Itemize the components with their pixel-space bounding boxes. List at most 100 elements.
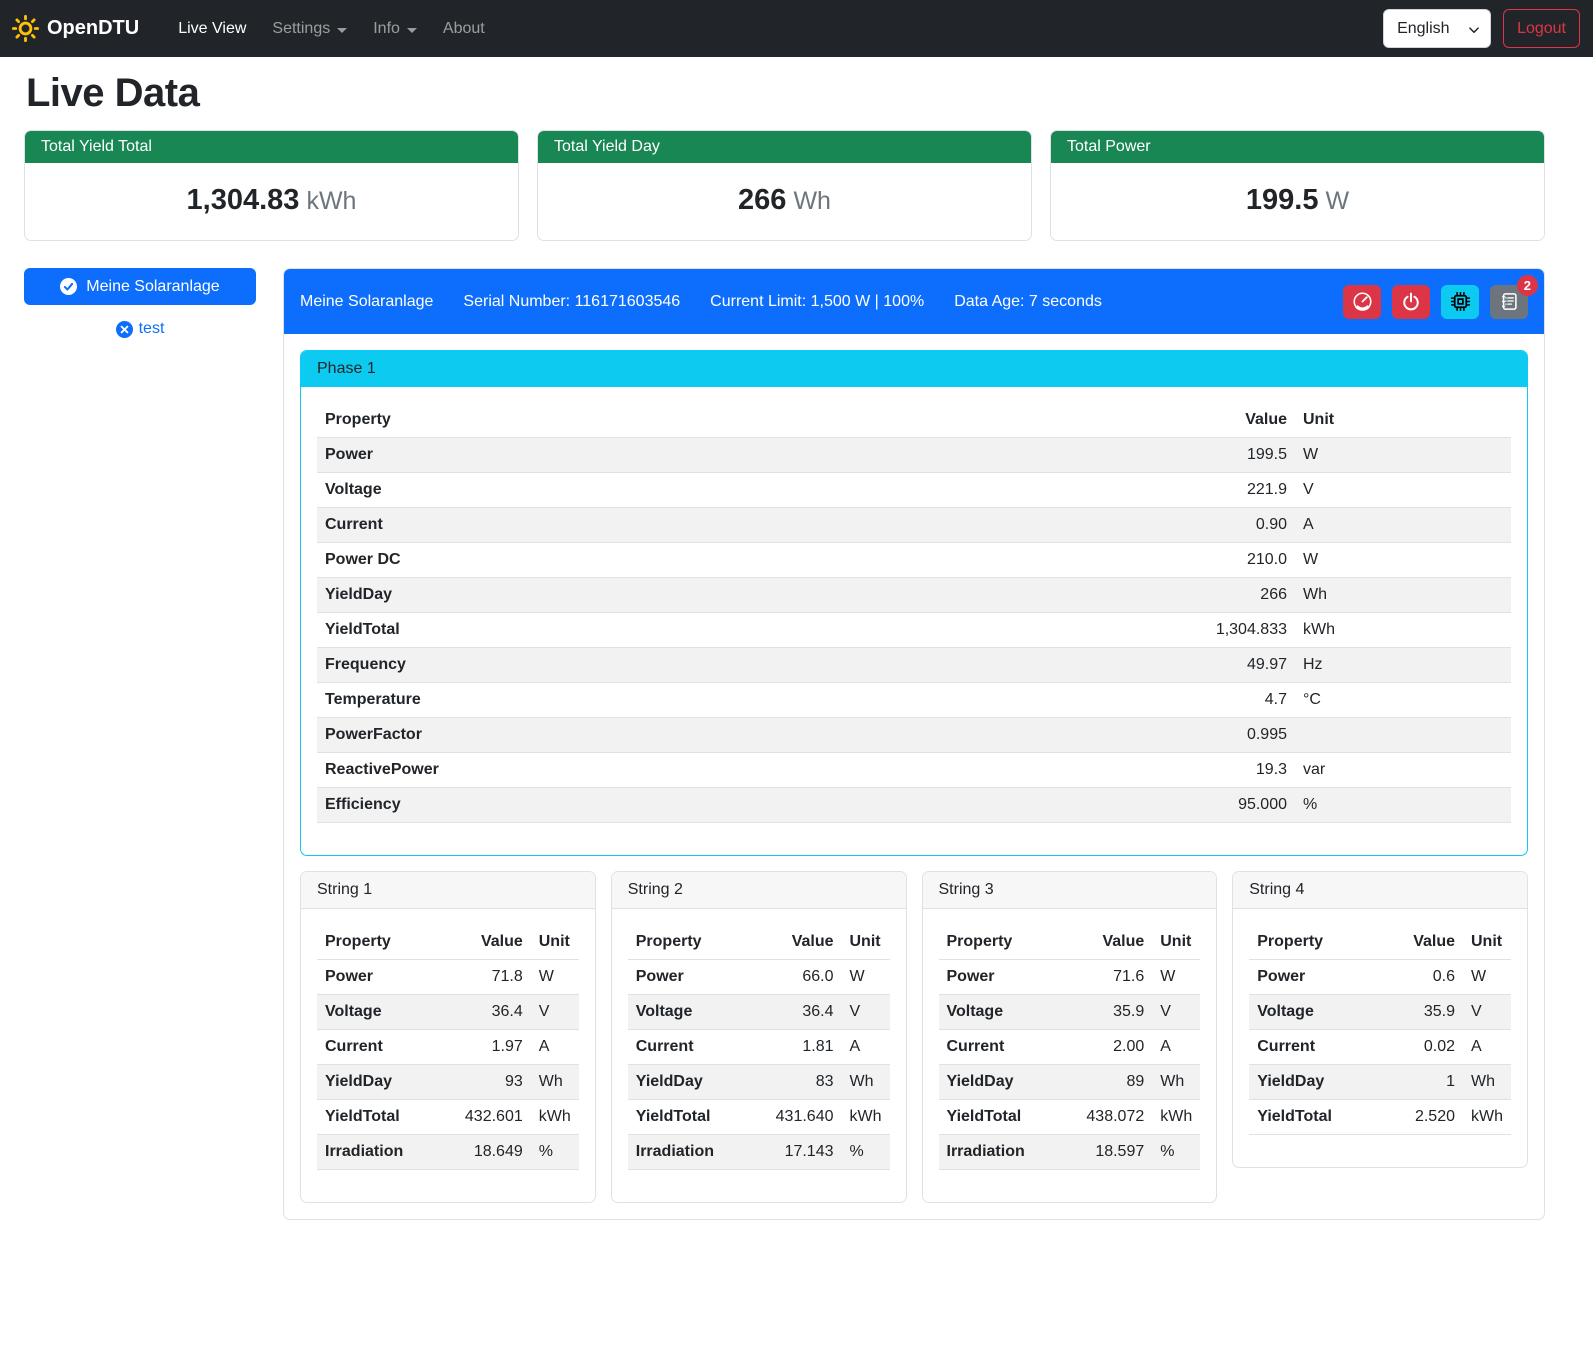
nav-item-settings[interactable]: Settings [259, 12, 360, 46]
unit-cell: kWh [1463, 1100, 1511, 1135]
brand-link[interactable]: OpenDTU [12, 15, 139, 42]
column-value: Value [443, 925, 531, 960]
value-cell: 35.9 [1375, 995, 1463, 1030]
total-yield-total-unit: kWh [306, 187, 356, 215]
column-unit: Unit [842, 925, 890, 960]
unit-cell: V [531, 995, 579, 1030]
unit-cell: W [1463, 960, 1511, 995]
event-log-button[interactable]: 2 [1490, 285, 1528, 319]
string-4-header: String 4 [1233, 872, 1527, 909]
unit-cell: W [1295, 543, 1511, 578]
unit-cell: Wh [1463, 1065, 1511, 1100]
unit-cell: % [1152, 1135, 1200, 1170]
value-cell: 36.4 [443, 995, 531, 1030]
unit-cell: °C [1295, 683, 1511, 718]
table-row: Irradiation18.649% [317, 1135, 579, 1170]
property-cell: Voltage [628, 995, 754, 1030]
property-cell: YieldDay [939, 1065, 1065, 1100]
unit-cell [1295, 718, 1511, 753]
nav-item-info-label: Info [373, 20, 400, 38]
table-row: Irradiation18.597% [939, 1135, 1201, 1170]
chevron-down-icon [407, 28, 417, 33]
table-row: Irradiation17.143% [628, 1135, 890, 1170]
table-row: Efficiency95.000% [317, 788, 1511, 823]
unit-cell: Wh [1152, 1065, 1200, 1100]
limit-settings-button[interactable] [1343, 285, 1381, 319]
navbar: OpenDTU Live View Settings Info About En… [0, 0, 1593, 57]
string-1-table: Property Value Unit Power71.8WVoltage36.… [317, 925, 579, 1170]
unit-cell: % [531, 1135, 579, 1170]
value-cell: 71.8 [443, 960, 531, 995]
cpu-icon [1450, 291, 1471, 312]
value-cell: 17.143 [754, 1135, 842, 1170]
table-row: YieldTotal1,304.833kWh [317, 613, 1511, 648]
unit-cell: A [1295, 508, 1511, 543]
logout-button[interactable]: Logout [1503, 9, 1580, 48]
property-cell: PowerFactor [317, 718, 1175, 753]
card-total-power: Total Power 199.5W [1050, 130, 1545, 241]
card-header: Total Power [1051, 131, 1544, 163]
column-property: Property [1249, 925, 1375, 960]
sun-icon [12, 15, 39, 42]
value-cell: 4.7 [1175, 683, 1295, 718]
inverter-list: Meine Solaranlage test [24, 268, 256, 338]
value-cell: 210.0 [1175, 543, 1295, 578]
inverter-card-header: Meine Solaranlage Serial Number: 1161716… [284, 269, 1544, 334]
total-yield-total-value: 1,304.83 [187, 184, 300, 216]
unit-cell: kWh [1295, 613, 1511, 648]
string-2-header: String 2 [612, 872, 906, 909]
power-button[interactable] [1392, 285, 1430, 319]
device-info-button[interactable] [1441, 285, 1479, 319]
value-cell: 2.00 [1064, 1030, 1152, 1065]
inverter-data-age: Data Age: 7 seconds [954, 293, 1102, 311]
unit-cell: % [1295, 788, 1511, 823]
unit-cell: % [842, 1135, 890, 1170]
table-row: Power199.5W [317, 438, 1511, 473]
table-row: Current1.81A [628, 1030, 890, 1065]
property-cell: Power [628, 960, 754, 995]
string-1-header: String 1 [301, 872, 595, 909]
value-cell: 89 [1064, 1065, 1152, 1100]
inverter-select-button[interactable]: Meine Solaranlage [24, 268, 256, 305]
unit-cell: W [1152, 960, 1200, 995]
unit-cell: Wh [1295, 578, 1511, 613]
inverter-item-test-label: test [139, 320, 165, 338]
property-cell: YieldTotal [939, 1100, 1065, 1135]
table-row: PowerFactor0.995 [317, 718, 1511, 753]
table-row: Voltage221.9V [317, 473, 1511, 508]
column-property: Property [628, 925, 754, 960]
unit-cell: A [1463, 1030, 1511, 1065]
unit-cell: V [1463, 995, 1511, 1030]
column-unit: Unit [1295, 403, 1511, 438]
unit-cell: var [1295, 753, 1511, 788]
table-row: YieldTotal432.601kWh [317, 1100, 579, 1135]
column-unit: Unit [531, 925, 579, 960]
speedometer-icon [1352, 291, 1373, 312]
property-cell: YieldTotal [628, 1100, 754, 1135]
string-2-table: Property Value Unit Power66.0WVoltage36.… [628, 925, 890, 1170]
nav-item-live-view[interactable]: Live View [165, 12, 259, 46]
unit-cell: Wh [842, 1065, 890, 1100]
journal-text-icon [1500, 292, 1519, 311]
property-cell: YieldTotal [1249, 1100, 1375, 1135]
table-row: Current0.90A [317, 508, 1511, 543]
property-cell: YieldDay [1249, 1065, 1375, 1100]
property-cell: Current [628, 1030, 754, 1065]
property-cell: Voltage [317, 473, 1175, 508]
phase-card-header: Phase 1 [301, 351, 1527, 387]
inverter-item-test[interactable]: test [24, 320, 256, 338]
property-cell: Current [317, 508, 1175, 543]
nav-item-about[interactable]: About [430, 12, 498, 46]
table-row: Voltage36.4V [628, 995, 890, 1030]
value-cell: 1.97 [443, 1030, 531, 1065]
language-select[interactable]: English [1383, 9, 1491, 48]
property-cell: Current [939, 1030, 1065, 1065]
property-cell: YieldDay [317, 578, 1175, 613]
strings-row: String 1 Property Value Unit [300, 871, 1528, 1203]
phase-table: Property Value Unit Power199.5WVoltage22… [317, 403, 1511, 823]
property-cell: Power [317, 960, 443, 995]
table-row: Voltage36.4V [317, 995, 579, 1030]
value-cell: 266 [1175, 578, 1295, 613]
property-cell: Temperature [317, 683, 1175, 718]
nav-item-info[interactable]: Info [360, 12, 430, 46]
